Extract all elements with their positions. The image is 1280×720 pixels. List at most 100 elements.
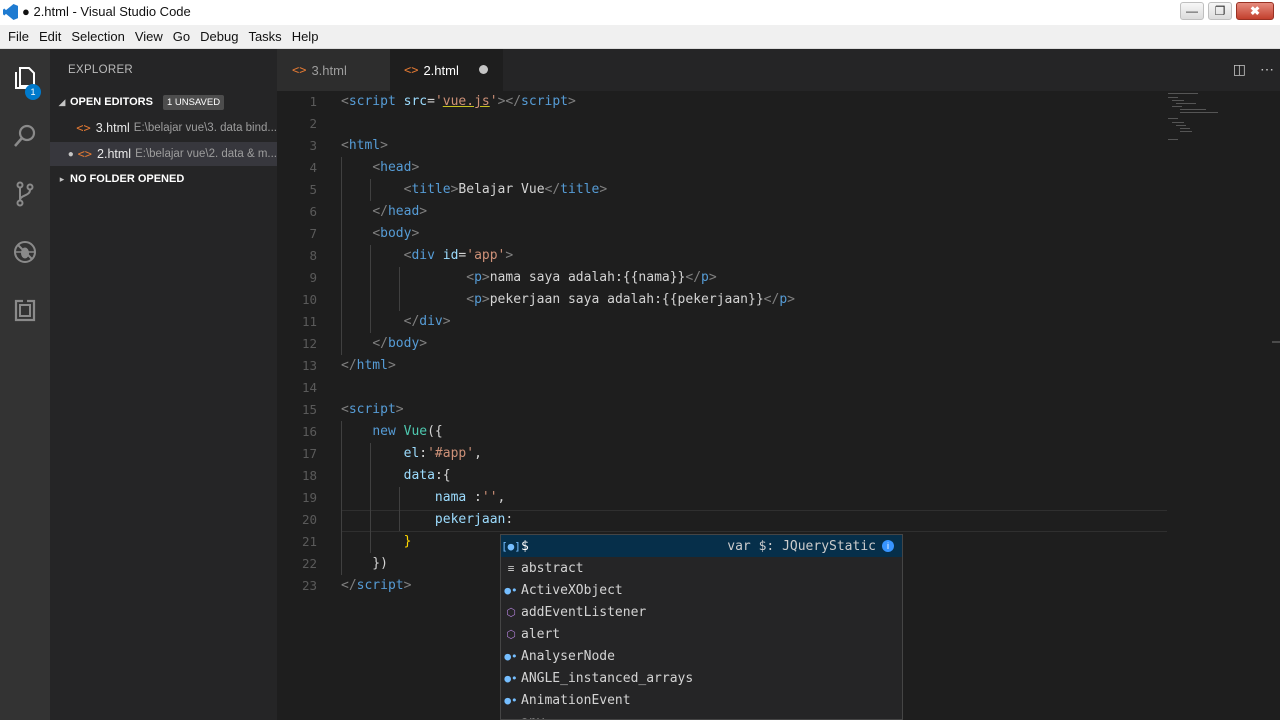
debug-icon <box>14 241 36 263</box>
scrollbar-cursor-marker <box>1272 341 1280 343</box>
tab-3-html[interactable]: <> 3.html <box>277 49 390 91</box>
variable-icon: [●] <box>501 539 521 553</box>
no-folder-header[interactable]: ▸ NO FOLDER OPENED <box>50 167 277 191</box>
open-editor-item[interactable]: ● <> 2.html E:\belajar vue\2. data & m..… <box>50 142 277 166</box>
search-icon <box>14 124 36 147</box>
suggest-item[interactable]: ⬡ addEventListener <box>501 601 902 623</box>
menu-bar: File Edit Selection View Go Debug Tasks … <box>0 25 1280 49</box>
suggest-item[interactable]: ●• AnimationEvent <box>501 689 902 711</box>
file-name: 2.html <box>97 147 132 161</box>
window-controls: — ❐ ✖ <box>1180 2 1274 21</box>
html-file-icon: <> <box>77 147 93 161</box>
maximize-button[interactable]: ❐ <box>1208 2 1232 20</box>
menu-selection[interactable]: Selection <box>66 29 129 44</box>
keyword-icon: ≡ <box>501 716 521 720</box>
code-line: 4 <head> <box>277 157 1280 179</box>
code-line: 3 <html> <box>309 138 388 153</box>
chevron-down-icon: ◢ <box>58 96 66 107</box>
suggest-detail: var $: JQueryStatic <box>727 538 876 554</box>
close-button[interactable]: ✖ <box>1236 2 1274 20</box>
suggest-label: AnalyserNode <box>521 648 615 664</box>
suggest-item[interactable]: ≡ abstract <box>501 557 902 579</box>
suggest-label: ANGLE_instanced_arrays <box>521 670 694 686</box>
extensions-icon <box>14 299 36 322</box>
suggest-item[interactable]: ⬡ alert <box>501 623 902 645</box>
code-line: 13 </html> <box>301 358 396 373</box>
code-line: 20 pekerjaan: <box>277 509 1280 531</box>
suggest-label: addEventListener <box>521 604 647 620</box>
split-editor-icon[interactable]: ◫ <box>1233 61 1246 78</box>
code-line: 5 <title>Belajar Vue</title> <box>277 179 1280 201</box>
explorer-badge: 1 <box>25 84 41 100</box>
menu-tasks[interactable]: Tasks <box>243 29 286 44</box>
code-line: 8 <div id='app'> <box>277 245 1280 267</box>
explorer-activity[interactable]: 1 <box>0 53 50 103</box>
unsaved-dot-icon[interactable]: ● <box>64 149 78 160</box>
code-line: 18 data:{ <box>277 465 1280 487</box>
chevron-right-icon: ▸ <box>59 173 65 184</box>
no-folder-label: NO FOLDER OPENED <box>70 173 185 185</box>
info-icon[interactable]: i <box>882 540 894 552</box>
open-editors-label: OPEN EDITORS <box>70 96 153 108</box>
suggest-item[interactable]: ≡ any <box>501 711 902 720</box>
suggest-label: AnimationEvent <box>521 692 631 708</box>
code-line: 14 <box>301 380 317 395</box>
variable-icon: ●• <box>504 649 518 663</box>
more-actions-icon[interactable]: ⋯ <box>1260 61 1274 78</box>
tab-label: 2.html <box>423 62 459 78</box>
code-line: 10 <p>pekerjaan saya adalah:{{pekerjaan}… <box>277 289 1280 311</box>
code-line: 16 new Vue({ <box>277 421 1280 443</box>
explorer-sidebar: EXPLORER ◢ OPEN EDITORS 1 UNSAVED <> 3.h… <box>50 49 277 720</box>
unsaved-dot-icon[interactable] <box>479 65 488 74</box>
sidebar-title: EXPLORER <box>68 64 134 76</box>
tab-2-html[interactable]: <> 2.html <box>390 49 503 91</box>
file-path: E:\belajar vue\3. data bind... <box>133 122 277 134</box>
html-file-icon: <> <box>404 63 419 77</box>
code-line: 15 <script> <box>301 402 404 417</box>
method-cube-icon: ⬡ <box>506 627 516 641</box>
editor-tabs: <> 3.html <> 2.html ◫ ⋯ <box>277 49 1280 91</box>
variable-icon: ●• <box>504 583 518 597</box>
activity-bar: 1 <box>0 49 50 720</box>
menu-help[interactable]: Help <box>287 29 324 44</box>
code-line: 2 <box>309 116 317 131</box>
suggest-label: $ <box>521 538 529 554</box>
open-editors-header[interactable]: ◢ OPEN EDITORS 1 UNSAVED <box>50 90 277 114</box>
menu-go[interactable]: Go <box>168 29 195 44</box>
suggest-item[interactable]: ●• AnalyserNode <box>501 645 902 667</box>
unsaved-badge: 1 UNSAVED <box>162 94 225 110</box>
file-path: E:\belajar vue\2. data & m... <box>135 148 277 160</box>
method-cube-icon: ⬡ <box>506 605 516 619</box>
menu-edit[interactable]: Edit <box>34 29 66 44</box>
source-control-activity[interactable] <box>0 169 50 219</box>
minimize-button[interactable]: — <box>1180 2 1204 20</box>
menu-file[interactable]: File <box>3 29 34 44</box>
variable-icon: ●• <box>504 693 518 707</box>
title-bar: ● 2.html - Visual Studio Code — ❐ ✖ <box>0 0 1280 25</box>
minimap[interactable] <box>1164 91 1224 151</box>
html-file-icon: <> <box>76 121 91 135</box>
suggest-widget: [●] $ var $: JQueryStatic i ≡ abstract ●… <box>500 534 903 720</box>
open-editor-item[interactable]: <> 3.html E:\belajar vue\3. data bind... <box>50 116 277 140</box>
code-line: 11 </div> <box>277 311 1280 333</box>
extensions-activity[interactable] <box>0 285 50 335</box>
suggest-item[interactable]: [●] $ var $: JQueryStatic i <box>501 535 902 557</box>
suggest-label: alert <box>521 626 561 642</box>
search-activity[interactable] <box>0 111 50 161</box>
code-line: 1 <script src='vue.js'></script> <box>309 94 576 109</box>
menu-debug[interactable]: Debug <box>195 29 243 44</box>
suggest-item[interactable]: ●• ActiveXObject <box>501 579 902 601</box>
file-name: 3.html <box>95 121 130 135</box>
code-line: 12 </body> <box>277 333 1280 355</box>
debug-activity[interactable] <box>0 227 50 277</box>
suggest-label: abstract <box>521 560 584 576</box>
suggest-label: ActiveXObject <box>521 582 623 598</box>
tab-label: 3.html <box>311 62 347 78</box>
code-line: 17 el:'#app', <box>277 443 1280 465</box>
editor-actions: ◫ ⋯ <box>1233 61 1274 78</box>
suggest-label: any <box>521 715 544 720</box>
code-line: 19 nama :'', <box>277 487 1280 509</box>
suggest-item[interactable]: ●• ANGLE_instanced_arrays <box>501 667 902 689</box>
menu-view[interactable]: View <box>130 29 168 44</box>
editor-scrollbar[interactable] <box>1272 91 1280 720</box>
